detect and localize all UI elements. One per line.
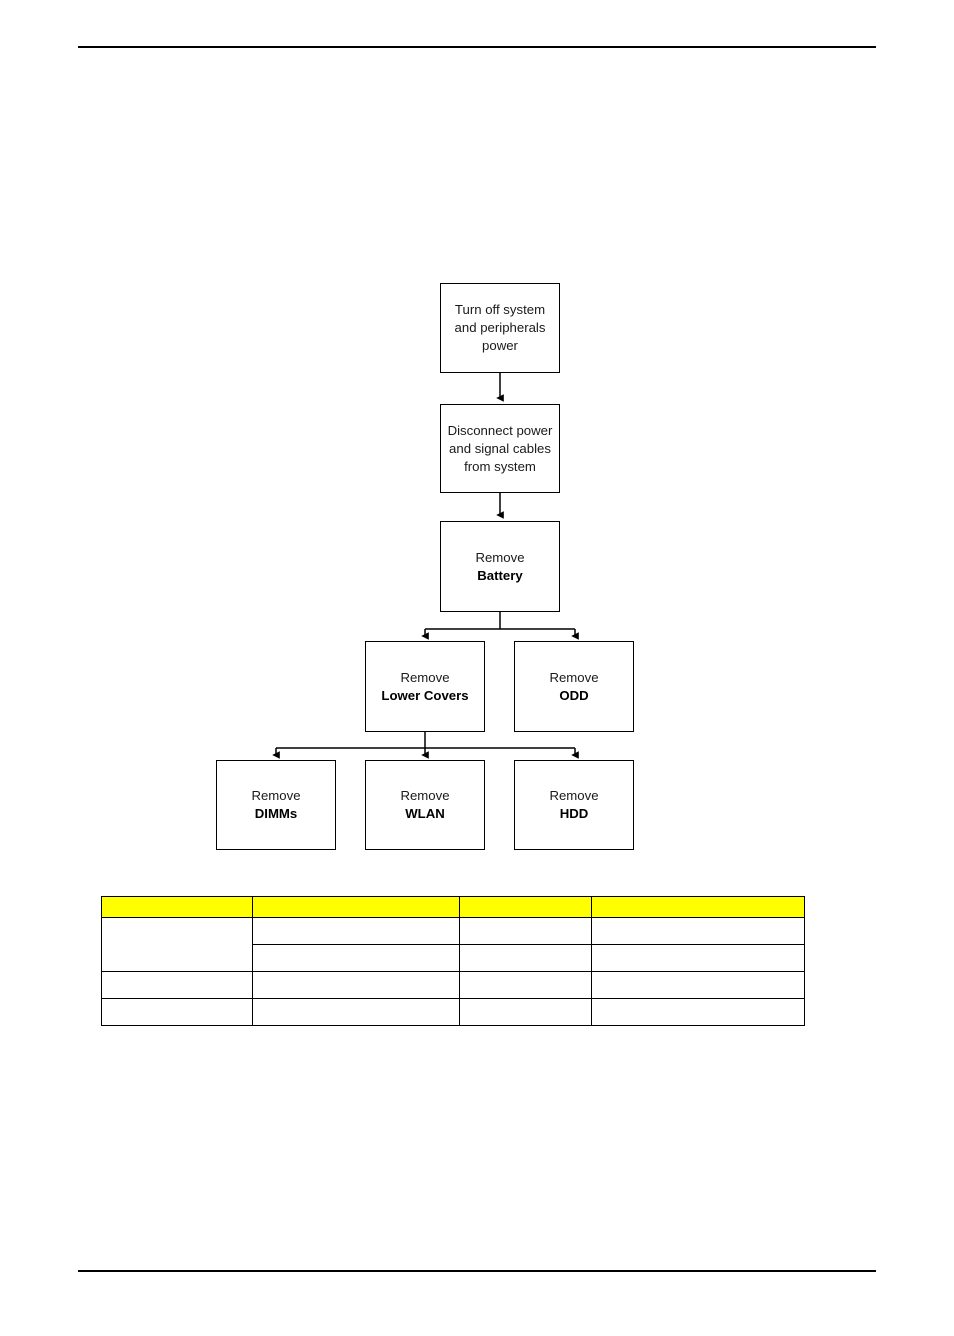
table-cell [459,944,592,972]
disassembly-flowchart: Turn off system and peripherals power Di… [0,0,954,1336]
table-header-cell-3 [459,896,592,918]
table-cell [591,971,805,999]
table-header-row [101,896,805,918]
table-header-cell-1 [101,896,253,918]
table-cell [591,998,805,1026]
flow-node-remove-lower-covers: Remove Lower Covers [365,641,485,732]
flow-node-line-2: and signal cables [449,440,551,456]
table-cell [459,998,592,1026]
flow-node-line-1: Remove [549,788,599,803]
table-header-cell-4 [591,896,805,918]
table-body [101,917,805,1026]
flow-node-line-1: Remove [400,788,450,803]
flow-node-line-1: Remove [549,669,599,685]
table-row [101,971,805,999]
flow-node-line-2: Battery [477,567,523,583]
table-cell [459,971,592,999]
table-cell [591,917,805,945]
flow-node-remove-battery: Remove Battery [440,521,560,612]
flow-node-line-1: Remove [400,669,450,685]
flow-node-line-2: WLAN [405,806,445,821]
flow-node-remove-odd: Remove ODD [514,641,634,732]
table-cell [252,971,460,999]
table-cell-merged [101,917,253,972]
flow-node-line-2: Lower Covers [381,687,469,703]
table-header [101,896,805,918]
flow-node-line-2: ODD [559,687,589,703]
table-cell [101,998,253,1026]
flow-node-remove-hdd: Remove HDD [514,760,634,850]
flow-node-line-2: DIMMs [254,806,298,821]
table-cell [252,998,460,1026]
table-cell [252,944,460,972]
flow-node-remove-wlan: Remove WLAN [365,760,485,850]
table-cell [459,917,592,945]
flow-node-remove-dimms: Remove DIMMs [216,760,336,850]
flow-node-line-1: Disconnect power [447,422,553,438]
procedure-table [101,896,805,1026]
table-row [101,998,805,1026]
table-row [101,917,805,972]
flow-node-line-2: HDD [559,806,589,821]
flow-node-line-3: from system [464,458,536,474]
table-header-cell-2 [252,896,460,918]
flow-node-disconnect-cables: Disconnect power and signal cables from … [440,404,560,493]
document-page: Turn off system and peripherals power Di… [0,0,954,1336]
flow-node-line-1: Remove [251,788,301,803]
flow-node-line-3: power [482,338,518,353]
flow-node-line-1: Remove [475,549,525,565]
table-cell [591,944,805,972]
footer-rule [78,1270,876,1272]
flow-node-line-2: and peripherals [454,320,546,335]
flow-node-turn-off-power: Turn off system and peripherals power [440,283,560,373]
flow-node-line-1: Turn off system [454,302,546,317]
table-cell [252,917,460,945]
table-cell [101,971,253,999]
